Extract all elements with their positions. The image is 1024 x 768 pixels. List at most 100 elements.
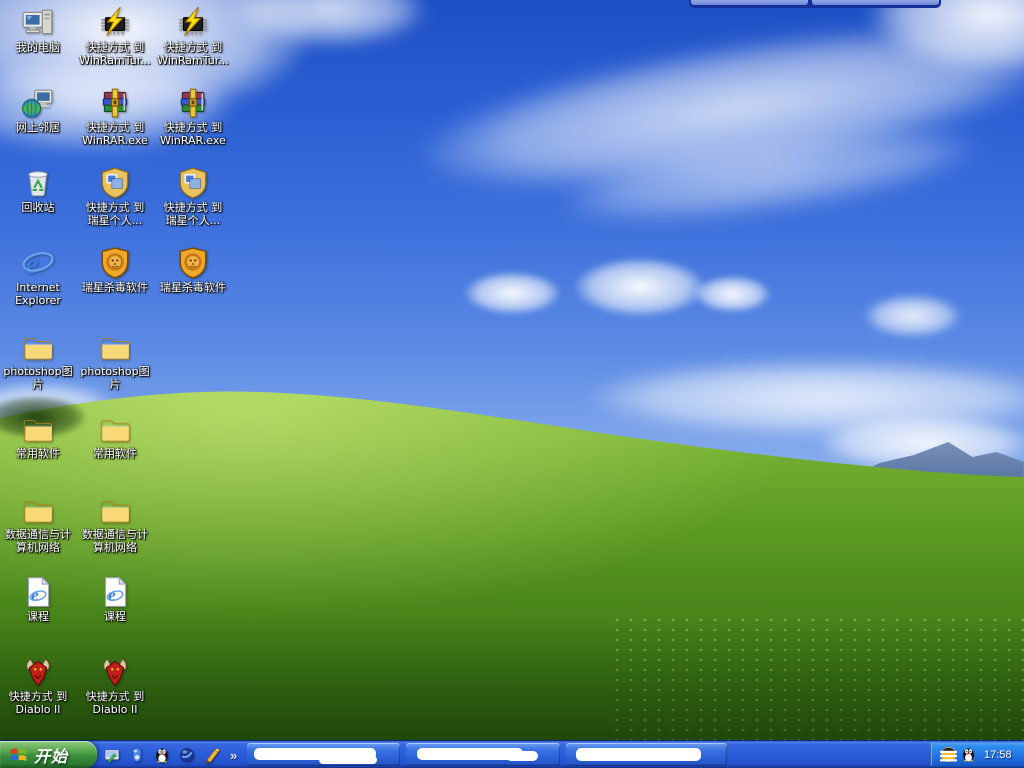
desktop-icon-common-software[interactable]: 常用软件 <box>77 412 153 460</box>
icon-label: 快捷方式 到 <box>82 121 148 134</box>
icon-label: 片 <box>80 378 149 391</box>
desktop-icon-shortcut-diablo2[interactable]: 快捷方式 到Diablo II <box>0 655 76 716</box>
qq-messenger-icon[interactable] <box>152 745 172 765</box>
icon-label: 数据通信与计 <box>5 528 71 541</box>
blue-globe-icon[interactable] <box>177 745 197 765</box>
folder-icon <box>98 493 132 527</box>
system-tray: 17:58 <box>930 741 1024 768</box>
icon-label: WinRamTur... <box>79 54 151 67</box>
icon-label: 瑞星杀毒软件 <box>160 281 226 294</box>
window-fragment-segment <box>691 0 808 5</box>
tray-clock[interactable]: 17:58 <box>984 749 1012 761</box>
desktop-icon-data-comm-networks[interactable]: 数据通信与计算机网络 <box>0 493 76 554</box>
cloud <box>695 276 770 312</box>
window-fragment-segment <box>812 0 939 5</box>
my-computer-icon <box>21 6 55 40</box>
icon-label: 课程 <box>104 610 126 623</box>
cloud <box>465 272 560 314</box>
icon-label: 课程 <box>27 610 49 623</box>
offscreen-window-fragment[interactable] <box>689 0 941 8</box>
icon-label: photoshop图 <box>80 365 149 378</box>
qq-status-stripes-icon[interactable] <box>940 746 957 763</box>
desktop-icon-shortcut-winramturbo[interactable]: 快捷方式 到WinRamTur... <box>77 6 153 67</box>
icon-label: 瑞星杀毒软件 <box>82 281 148 294</box>
desktop-icon-rising-antivirus[interactable]: 瑞星杀毒软件 <box>155 246 231 294</box>
media-player-icon[interactable] <box>127 745 147 765</box>
taskbar-window-button-2[interactable] <box>406 743 560 766</box>
desktop-icon-shortcut-winrar[interactable]: 快捷方式 到WinRAR.exe <box>155 86 231 147</box>
desktop-icon-shortcut-winramturbo[interactable]: 快捷方式 到WinRamTur... <box>155 6 231 67</box>
folder-icon <box>21 412 55 446</box>
ie-document-icon <box>21 575 55 609</box>
icon-label: 片 <box>3 378 72 391</box>
desktop-icon-shortcut-winrar[interactable]: 快捷方式 到WinRAR.exe <box>77 86 153 147</box>
network-places-icon <box>21 86 55 120</box>
icon-label: 网上邻居 <box>16 121 60 134</box>
icon-label: Diablo II <box>9 703 68 716</box>
windows-flag-icon <box>8 744 29 765</box>
icon-label: Internet <box>15 281 61 294</box>
icon-label: WinRamTur... <box>157 54 229 67</box>
desktop-icon-shortcut-diablo2[interactable]: 快捷方式 到Diablo II <box>77 655 153 716</box>
shield-icon <box>98 166 132 200</box>
icon-label: WinRAR.exe <box>82 134 148 147</box>
diablo-icon <box>21 655 55 689</box>
obscured-label <box>319 756 377 764</box>
desktop-icon-data-comm-networks[interactable]: 数据通信与计算机网络 <box>77 493 153 554</box>
icon-label: 瑞星个人... <box>86 214 145 227</box>
desktop-icon-common-software[interactable]: 常用软件 <box>0 412 76 460</box>
obscured-label <box>506 751 538 761</box>
ie-document-icon <box>98 575 132 609</box>
desktop-icon-internet-explorer[interactable]: InternetExplorer <box>0 246 76 307</box>
icon-label: 快捷方式 到 <box>160 121 226 134</box>
shield-icon <box>176 166 210 200</box>
desktop-icon-my-computer[interactable]: 我的电脑 <box>0 6 76 54</box>
start-button-label: 开始 <box>34 743 68 767</box>
icon-label: 快捷方式 到 <box>79 41 151 54</box>
paintbrush-icon[interactable] <box>202 745 222 765</box>
qq-penguin-icon[interactable] <box>960 746 977 763</box>
show-desktop-icon[interactable] <box>102 745 122 765</box>
start-button[interactable]: 开始 <box>0 741 97 768</box>
icon-label: Explorer <box>15 294 61 307</box>
icon-label: 我的电脑 <box>16 41 60 54</box>
recycle-bin-icon <box>21 166 55 200</box>
desktop-icon-network-places[interactable]: 网上邻居 <box>0 86 76 134</box>
desktop-icon-rising-antivirus[interactable]: 瑞星杀毒软件 <box>77 246 153 294</box>
desktop-icon-photoshop-pictures[interactable]: photoshop图片 <box>0 330 76 391</box>
quick-launch-overflow-chevron[interactable]: » <box>227 748 240 763</box>
desktop-icon-shortcut-rising-firewall[interactable]: 快捷方式 到瑞星个人... <box>77 166 153 227</box>
desktop-icon-courses[interactable]: 课程 <box>77 575 153 623</box>
icon-label: WinRAR.exe <box>160 134 226 147</box>
taskbar-window-button-1[interactable] <box>247 743 400 766</box>
icon-label: 常用软件 <box>16 447 60 460</box>
icon-label: 常用软件 <box>93 447 137 460</box>
folder-icon <box>98 330 132 364</box>
folder-icon <box>21 330 55 364</box>
icon-label: 快捷方式 到 <box>157 41 229 54</box>
icon-label: 快捷方式 到 <box>9 690 68 703</box>
internet-explorer-icon <box>21 246 55 280</box>
lion-shield-icon <box>176 246 210 280</box>
obscured-label <box>576 748 701 761</box>
taskbar-window-button-3[interactable] <box>566 743 727 766</box>
icon-label: 回收站 <box>22 201 55 214</box>
memory-chip-icon <box>176 6 210 40</box>
desktop-icon-photoshop-pictures[interactable]: photoshop图片 <box>77 330 153 391</box>
icon-label: 快捷方式 到 <box>86 690 145 703</box>
icon-label: 算机网络 <box>5 541 71 554</box>
winrar-icon <box>98 86 132 120</box>
desktop: e e <box>0 0 1024 768</box>
folder-icon <box>21 493 55 527</box>
icon-label: 数据通信与计 <box>82 528 148 541</box>
icon-label: 瑞星个人... <box>164 214 223 227</box>
desktop-icon-courses[interactable]: 课程 <box>0 575 76 623</box>
desktop-icon-shortcut-rising-firewall[interactable]: 快捷方式 到瑞星个人... <box>155 166 231 227</box>
icon-label: Diablo II <box>86 703 145 716</box>
icon-label: photoshop图 <box>3 365 72 378</box>
memory-chip-icon <box>98 6 132 40</box>
icon-label: 快捷方式 到 <box>86 201 145 214</box>
icon-label: 算机网络 <box>82 541 148 554</box>
desktop-icon-recycle-bin[interactable]: 回收站 <box>0 166 76 214</box>
cloud <box>575 258 705 316</box>
